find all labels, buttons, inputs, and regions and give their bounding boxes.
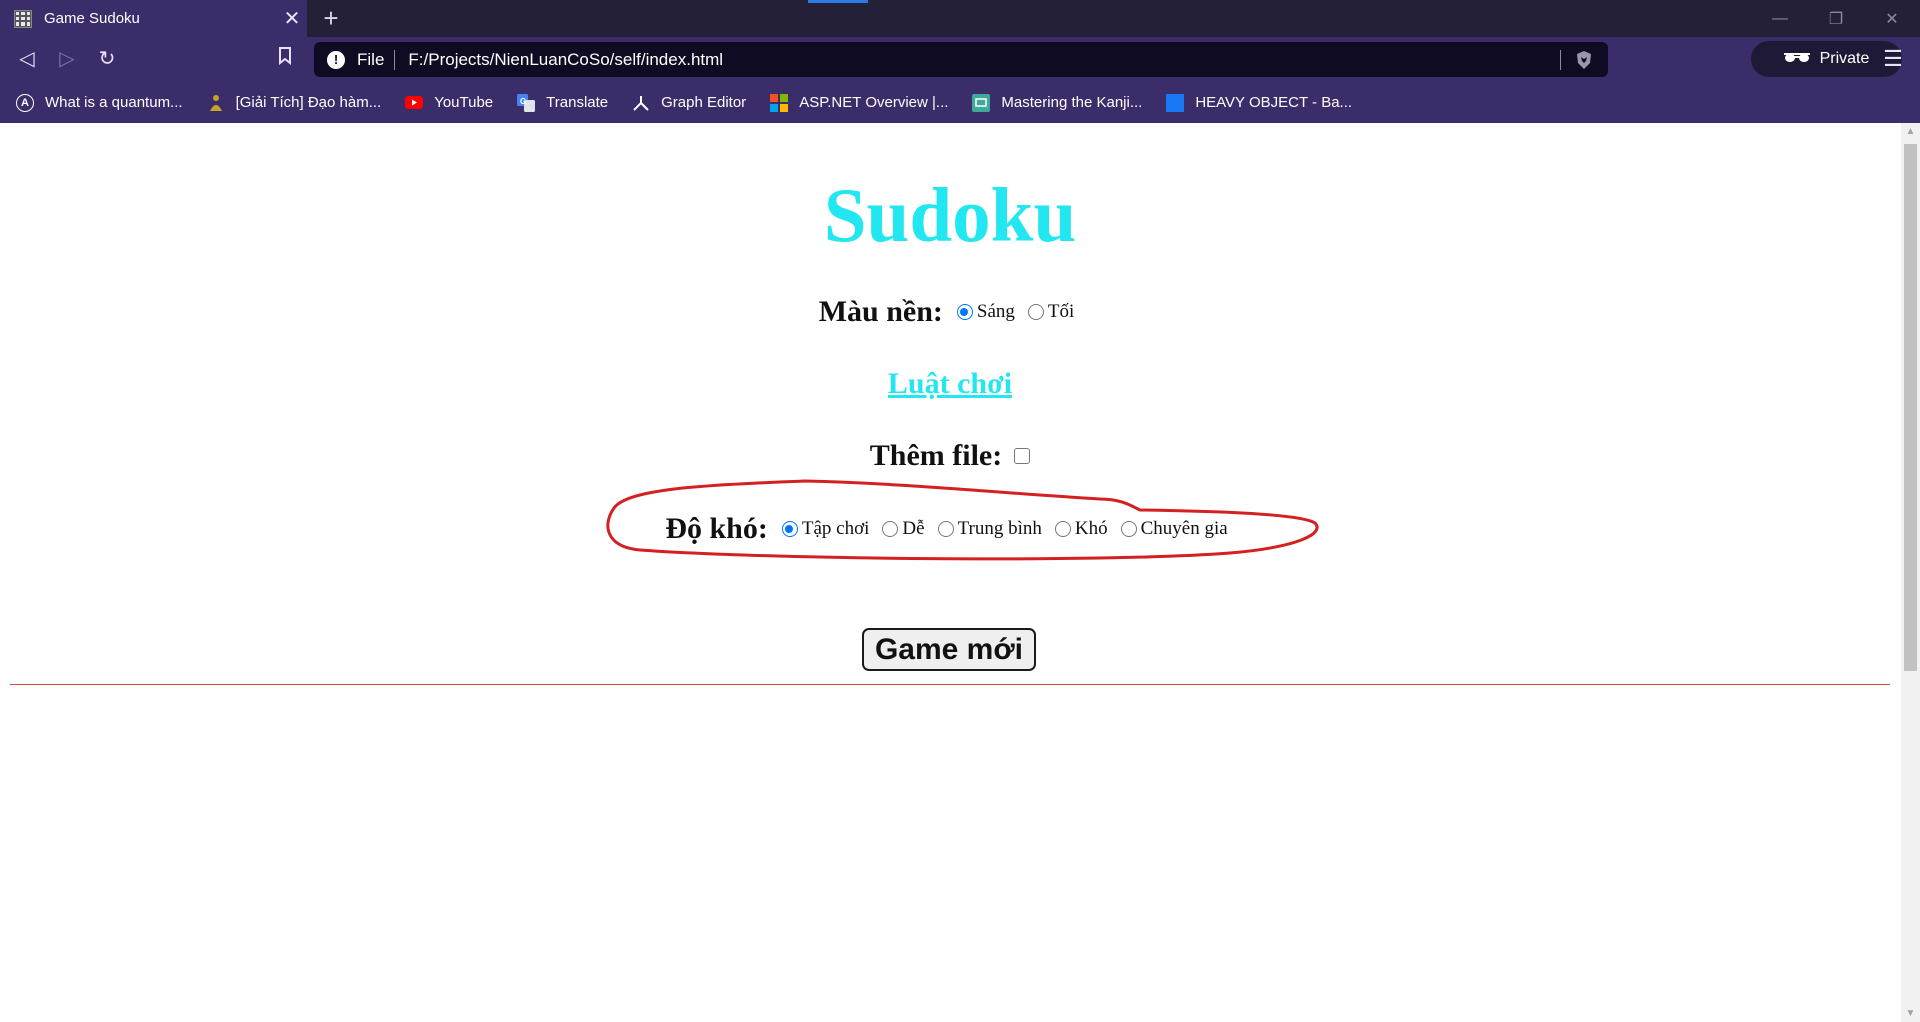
theme-dark-label[interactable]: Tối (1048, 301, 1074, 323)
bookmark-item[interactable]: [Giải Tích] Đạo hàm... (207, 94, 382, 112)
private-glasses-icon (1783, 50, 1810, 68)
tab-bar: Game Sudoku ✕ + — ❐ ✕ (0, 0, 1920, 37)
divider (10, 684, 1890, 685)
urlbar-divider (1560, 49, 1561, 70)
bookmark-label: Mastering the Kanji... (1001, 94, 1143, 111)
bookmark-item[interactable]: ASP.NET Overview |... (770, 93, 949, 112)
add-file-label: Thêm file: (869, 439, 1003, 472)
forward-icon[interactable]: ▷ (52, 44, 82, 74)
bookmarks-bar: A What is a quantum... [Giải Tích] Đạo h… (0, 82, 1920, 123)
translate-icon: G (517, 93, 536, 112)
bookmark-item[interactable]: HEAVY OBJECT - Ba... (1166, 93, 1353, 112)
bookmark-label: HEAVY OBJECT - Ba... (1195, 94, 1353, 111)
bookmark-item[interactable]: Mastering the Kanji... (972, 93, 1143, 112)
close-window-icon[interactable]: ✕ (1864, 0, 1920, 37)
hamburger-menu-icon[interactable]: ☰ (1878, 44, 1908, 74)
url-text[interactable]: F:/Projects/NienLuanCoSo/self/index.html (408, 50, 1560, 70)
difficulty-row: Độ khó: Tập chơi Dễ Trung bình Khó Chuyê… (0, 512, 1900, 546)
navigation-toolbar: ◁ ▷ ↻ ! File F:/Projects/NienLuanCoSo/se… (0, 37, 1920, 82)
graph-editor-icon (632, 94, 650, 112)
tab-game-sudoku[interactable]: Game Sudoku ✕ (0, 0, 307, 37)
quantum-icon: A (16, 93, 34, 112)
add-file-row: Thêm file: (0, 439, 1900, 473)
difficulty-practice-radio[interactable] (781, 521, 798, 537)
rules-link[interactable]: Luật chơi (888, 367, 1012, 401)
theme-label: Màu nền: (818, 295, 943, 328)
bookmark-label: ASP.NET Overview |... (799, 94, 949, 111)
difficulty-hard-radio[interactable] (1054, 521, 1071, 537)
url-scheme: File (357, 49, 385, 69)
theme-light-label[interactable]: Sáng (977, 301, 1015, 323)
difficulty-medium-radio[interactable] (937, 521, 954, 537)
bookmark-page-icon[interactable] (270, 44, 300, 74)
heavy-object-icon (1166, 93, 1185, 112)
theme-row: Màu nền: Sáng Tối (0, 295, 1900, 329)
bookmark-item[interactable]: YouTube (405, 94, 493, 112)
bookmark-item[interactable]: Graph Editor (632, 94, 746, 112)
new-game-button[interactable]: Game mới (862, 628, 1036, 671)
difficulty-expert-label[interactable]: Chuyên gia (1141, 518, 1228, 540)
difficulty-easy-label[interactable]: Dễ (902, 518, 924, 540)
restore-icon[interactable]: ❐ (1808, 0, 1864, 37)
bookmark-item[interactable]: A What is a quantum... (16, 93, 183, 112)
difficulty-practice-label[interactable]: Tập chơi (802, 518, 870, 540)
tab-close-icon[interactable]: ✕ (277, 6, 307, 31)
bookmark-label: Translate (546, 94, 609, 111)
vertical-scrollbar[interactable]: ▲ ▼ (1901, 123, 1920, 1022)
minimize-icon[interactable]: — (1752, 0, 1808, 37)
difficulty-label: Độ khó: (665, 512, 768, 545)
browser-chrome: Game Sudoku ✕ + — ❐ ✕ ◁ ▷ ↻ ! File F:/Pr… (0, 0, 1920, 123)
tab-strip-indicator (808, 0, 868, 3)
scrollbar-thumb[interactable] (1904, 144, 1917, 671)
add-file-checkbox[interactable] (1014, 448, 1031, 464)
svg-text:G: G (520, 97, 526, 106)
bookmark-label: YouTube (434, 94, 494, 111)
brave-shields-icon[interactable] (1573, 49, 1595, 71)
difficulty-expert-radio[interactable] (1120, 521, 1137, 537)
page-title: Sudoku (823, 172, 1077, 258)
bookmark-label: What is a quantum... (45, 94, 183, 111)
address-bar[interactable]: ! File F:/Projects/NienLuanCoSo/self/ind… (314, 42, 1608, 77)
new-tab-button[interactable]: + (316, 3, 346, 33)
bookmark-label: [Giải Tích] Đạo hàm... (235, 94, 382, 111)
youtube-icon (405, 94, 424, 112)
bookmark-item[interactable]: G Translate (517, 93, 609, 112)
url-separator (394, 49, 396, 70)
theme-dark-radio[interactable] (1027, 304, 1044, 320)
bookmark-label: Graph Editor (661, 94, 747, 111)
sudoku-favicon-icon (14, 9, 32, 28)
private-label: Private (1819, 50, 1870, 67)
difficulty-hard-label[interactable]: Khó (1075, 518, 1108, 540)
scroll-down-arrow-icon[interactable]: ▼ (1901, 1005, 1920, 1022)
difficulty-easy-radio[interactable] (882, 521, 899, 537)
difficulty-medium-label[interactable]: Trung bình (958, 518, 1042, 540)
kanji-icon (972, 93, 991, 112)
page-viewport: Sudoku Màu nền: Sáng Tối Luật chơi Thêm … (0, 123, 1920, 1022)
tab-title: Game Sudoku (44, 10, 140, 27)
back-icon[interactable]: ◁ (12, 44, 42, 74)
site-info-icon[interactable]: ! (327, 50, 345, 69)
theme-light-radio[interactable] (956, 304, 973, 320)
rules-row: Luật chơi (0, 367, 1900, 401)
microsoft-icon (770, 93, 789, 112)
buddha-icon (207, 94, 225, 112)
scroll-up-arrow-icon[interactable]: ▲ (1901, 123, 1920, 140)
window-controls: — ❐ ✕ (1752, 0, 1920, 37)
reload-icon[interactable]: ↻ (92, 44, 122, 74)
